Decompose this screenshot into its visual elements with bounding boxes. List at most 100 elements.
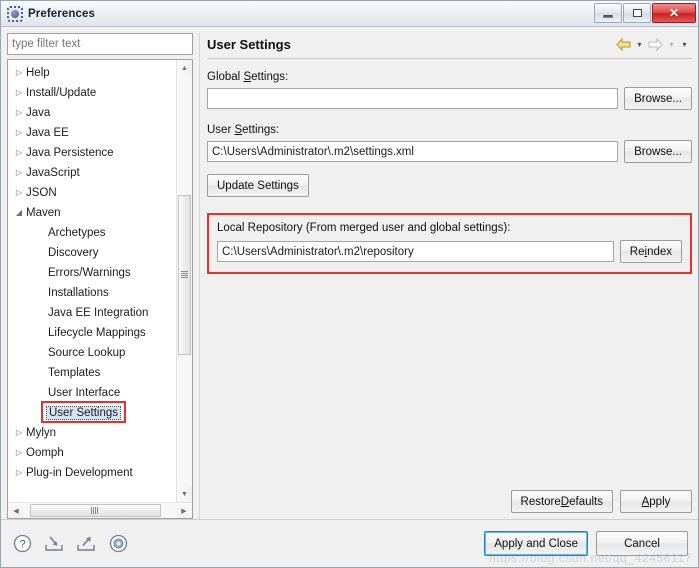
page-header: User Settings ▾ ▾ ▾ xyxy=(207,33,692,59)
tree-collapsed-arrow-icon[interactable]: ▷ xyxy=(12,109,26,117)
sidebar-item-label: Installations xyxy=(48,287,109,299)
tree-collapsed-arrow-icon[interactable]: ▷ xyxy=(12,169,26,177)
global-settings-row: Browse... xyxy=(207,87,692,110)
sidebar-item-label: Archetypes xyxy=(48,227,106,239)
sidebar-item-maven[interactable]: ◢ Maven xyxy=(8,203,176,223)
help-icon[interactable]: ? xyxy=(11,533,33,555)
sidebar-item-discovery[interactable]: Discovery xyxy=(8,243,176,263)
sidebar-item-json[interactable]: ▷ JSON xyxy=(8,183,176,203)
sidebar-item-oomph[interactable]: ▷ Oomph xyxy=(8,443,176,463)
back-history-chevron-down-icon[interactable]: ▾ xyxy=(634,40,645,49)
close-icon: ✕ xyxy=(668,6,680,20)
scroll-down-button[interactable]: ▼ xyxy=(177,486,192,502)
apply-label-post: pply xyxy=(649,495,671,508)
user-settings-label-accel: S xyxy=(234,124,243,136)
sidebar-item-java-ee[interactable]: ▷ Java EE xyxy=(8,123,176,143)
sidebar-item-install-update[interactable]: ▷ Install/Update xyxy=(8,83,176,103)
user-settings-label-pre: User xyxy=(207,124,235,136)
cancel-button[interactable]: Cancel xyxy=(596,531,688,556)
horizontal-scroll-thumb[interactable] xyxy=(30,504,161,517)
sidebar-item-mylyn[interactable]: ▷ Mylyn xyxy=(8,423,176,443)
user-settings-input[interactable] xyxy=(207,141,619,162)
restore-defaults-button[interactable]: Restore Defaults xyxy=(510,490,613,513)
tree-vertical-scrollbar[interactable]: ▲ ▼ xyxy=(176,60,192,502)
dialog-footer: ? Apply and Close Cancel https://blog.cs… xyxy=(1,519,698,567)
window-controls: ✕ xyxy=(593,2,696,24)
sidebar-item-java-persistence[interactable]: ▷ Java Persistence xyxy=(8,143,176,163)
navigation-pane: ▷Help▷Install/Update▷Java▷Java EE▷Java P… xyxy=(7,33,193,519)
vertical-scroll-thumb[interactable] xyxy=(178,194,191,355)
local-repository-input[interactable] xyxy=(217,241,614,262)
apply-button[interactable]: Apply xyxy=(620,490,692,513)
user-settings-label: User Settings: xyxy=(207,124,692,136)
local-repository-row: Reindex xyxy=(217,240,682,263)
filter-input[interactable] xyxy=(7,33,193,55)
scroll-left-button[interactable]: ◀ xyxy=(8,503,24,518)
dialog-body: ▷Help▷Install/Update▷Java▷Java EE▷Java P… xyxy=(1,27,698,519)
page-navigation: ▾ ▾ ▾ xyxy=(615,37,692,52)
tree-collapsed-arrow-icon[interactable]: ▷ xyxy=(12,469,26,477)
sidebar-item-label: Errors/Warnings xyxy=(48,267,131,279)
apply-and-close-button[interactable]: Apply and Close xyxy=(484,531,588,556)
user-settings-browse-button[interactable]: Browse... xyxy=(624,140,692,163)
vertical-scroll-track[interactable] xyxy=(177,76,192,486)
tree-collapsed-arrow-icon[interactable]: ▷ xyxy=(12,149,26,157)
reindex-button[interactable]: Re i ndex xyxy=(619,240,682,263)
minimize-button[interactable] xyxy=(594,3,622,23)
back-arrow-icon[interactable] xyxy=(615,37,632,52)
sidebar-item-templates[interactable]: Templates xyxy=(8,363,176,383)
tree-collapsed-arrow-icon[interactable]: ▷ xyxy=(12,429,26,437)
oomph-recorder-icon[interactable] xyxy=(107,533,129,555)
close-button[interactable]: ✕ xyxy=(652,3,696,23)
sidebar-item-label: JavaScript xyxy=(26,167,80,179)
sidebar-item-help[interactable]: ▷ Help xyxy=(8,63,176,83)
global-settings-input[interactable] xyxy=(207,88,619,109)
restore-defaults-label-accel: D xyxy=(560,495,570,508)
sidebar-item-user-settings[interactable]: User Settings xyxy=(8,403,176,423)
sidebar-item-javascript[interactable]: ▷ JavaScript xyxy=(8,163,176,183)
sidebar-item-label: Lifecycle Mappings xyxy=(48,327,146,339)
local-repository-label: Local Repository (From merged user and g… xyxy=(217,222,511,234)
maximize-button[interactable] xyxy=(623,3,651,23)
window-title: Preferences xyxy=(28,7,95,20)
forward-history-chevron-down-icon: ▾ xyxy=(669,40,674,49)
sidebar-item-archetypes[interactable]: Archetypes xyxy=(8,223,176,243)
title-bar: Preferences ✕ xyxy=(1,1,698,27)
global-settings-label-accel: S xyxy=(243,71,252,83)
tree-collapsed-arrow-icon[interactable]: ▷ xyxy=(12,189,26,197)
footer-buttons: Apply and Close Cancel xyxy=(484,531,688,556)
update-settings-button[interactable]: Update Settings xyxy=(207,174,309,197)
preferences-tree: ▷ Help ▷ Install/Update ▷ Java ▷ Java EE ▷ Java P… xyxy=(7,59,193,519)
page-actions: Restore Defaults Apply xyxy=(207,490,692,519)
preferences-icon xyxy=(7,5,23,22)
tree-collapsed-arrow-icon[interactable]: ▷ xyxy=(12,89,26,97)
sidebar-item-java[interactable]: ▷ Java xyxy=(8,103,176,123)
tree-collapsed-arrow-icon[interactable]: ▷ xyxy=(12,69,26,77)
sidebar-item-source-lookup[interactable]: Source Lookup xyxy=(8,343,176,363)
global-settings-browse-button[interactable]: Browse... xyxy=(624,87,692,110)
horizontal-scroll-track[interactable] xyxy=(24,503,176,518)
sidebar-item-java-ee-integration[interactable]: Java EE Integration xyxy=(8,303,176,323)
tree-collapsed-arrow-icon[interactable]: ▷ xyxy=(12,449,26,457)
sidebar-item-lifecycle-mappings[interactable]: Lifecycle Mappings xyxy=(8,323,176,343)
sidebar-item-label: Source Lookup xyxy=(48,347,126,359)
tree-expanded-arrow-icon[interactable]: ◢ xyxy=(12,209,26,217)
tree-collapsed-arrow-icon[interactable]: ▷ xyxy=(12,129,26,137)
sidebar-item-label: User Interface xyxy=(48,387,121,399)
local-repository-group: Local Repository (From merged user and g… xyxy=(207,213,692,274)
sidebar-item-user-interface[interactable]: User Interface xyxy=(8,383,176,403)
scroll-right-button[interactable]: ▶ xyxy=(176,503,192,518)
sidebar-item-plug-in-development[interactable]: ▷ Plug-in Development xyxy=(8,463,176,483)
sidebar-item-label: Help xyxy=(26,67,50,79)
view-menu-chevron-down-icon[interactable]: ▾ xyxy=(679,40,690,49)
scroll-up-button[interactable]: ▲ xyxy=(177,60,192,76)
sidebar-item-errors-warnings[interactable]: Errors/Warnings xyxy=(8,263,176,283)
export-icon[interactable] xyxy=(75,533,97,555)
tree-horizontal-scrollbar[interactable]: ◀ ▶ xyxy=(8,502,192,518)
forward-arrow-icon xyxy=(647,37,664,52)
import-icon[interactable] xyxy=(43,533,65,555)
sidebar-item-label: JSON xyxy=(26,187,57,199)
sidebar-item-label: Discovery xyxy=(48,247,99,259)
sidebar-item-installations[interactable]: Installations xyxy=(8,283,176,303)
page-content: Global Settings: Browse... User Settings… xyxy=(207,59,692,519)
